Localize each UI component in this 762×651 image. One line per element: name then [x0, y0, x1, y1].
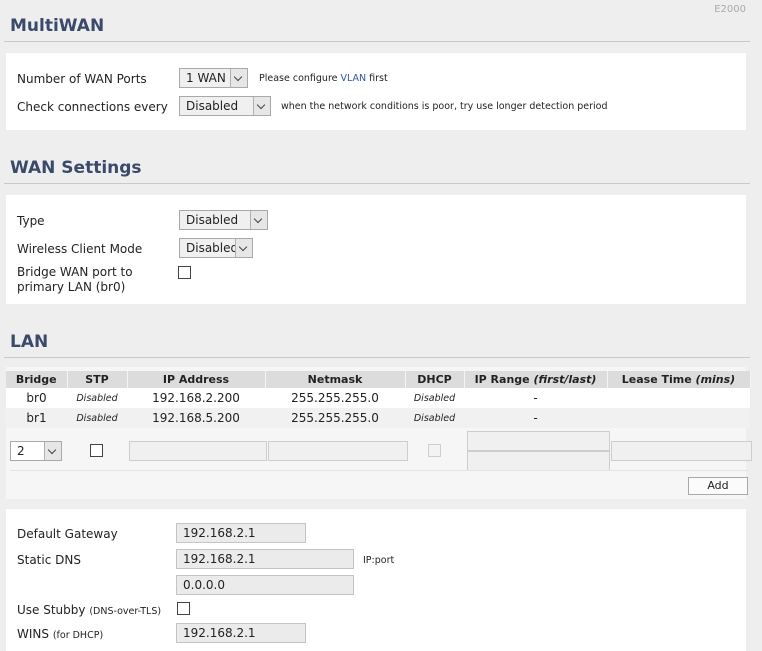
chevron-down-icon [250, 211, 267, 229]
row-netmask: 255.255.255.0 [265, 408, 405, 428]
new-range-first-input[interactable] [467, 431, 610, 451]
new-range-last-input[interactable] [467, 451, 610, 471]
wins-note: (for DHCP) [52, 630, 104, 641]
table-row[interactable]: br0 Disabled 192.168.2.200 255.255.255.0… [6, 388, 750, 408]
new-lease-time-input[interactable] [611, 441, 752, 461]
row-bridge: br1 [6, 408, 67, 428]
col-ip-range-text: IP Range [474, 373, 530, 386]
use-stubby-label: Use Stubby (DNS-over-TLS) [17, 603, 161, 617]
lan-table-header: Bridge STP IP Address Netmask DHCP IP Ra… [6, 371, 751, 388]
col-bridge: Bridge [6, 371, 68, 388]
new-dhcp-checkbox[interactable] [428, 444, 441, 457]
use-stubby-text: Use Stubby [17, 603, 86, 617]
wan-ports-select[interactable]: 1 WAN [179, 68, 248, 88]
multiwan-title: MultiWAN [10, 16, 105, 36]
col-netmask: Netmask [265, 371, 406, 388]
row-range: - [464, 408, 607, 428]
bridge-wan-checkbox[interactable] [178, 266, 191, 279]
wins-input[interactable]: 192.168.2.1 [176, 623, 306, 643]
lan-divider [4, 357, 750, 358]
bridge-wan-label: Bridge WAN port to primary LAN (br0) [17, 265, 133, 295]
wins-text: WINS [17, 627, 49, 641]
wireless-client-value: Disabled [186, 241, 239, 255]
row-lease [607, 388, 750, 408]
check-connections-hint: when the network conditions is poor, try… [281, 101, 608, 112]
col-lease-time-text: Lease Time [621, 373, 692, 386]
router-model-label: E2000 [714, 4, 746, 15]
row-lease [607, 408, 750, 428]
col-ip-range-em: (first/last) [533, 373, 597, 386]
wireless-client-select[interactable]: Disabled [179, 238, 253, 258]
row-dhcp: Disabled [405, 388, 464, 408]
col-dhcp: DHCP [405, 371, 465, 388]
add-bridge-button[interactable]: Add [688, 477, 748, 495]
row-stp: Disabled [67, 388, 127, 408]
static-dns-1-input[interactable]: 192.168.2.1 [176, 549, 354, 569]
col-stp: STP [67, 371, 128, 388]
check-connections-label: Check connections every [17, 100, 168, 114]
static-dns-2-input[interactable]: 0.0.0.0 [176, 575, 354, 595]
wan-ports-hint-suffix: first [369, 73, 388, 84]
new-stp-checkbox[interactable] [90, 444, 103, 457]
chevron-down-icon [253, 97, 270, 115]
new-bridge-value: 2 [17, 444, 25, 458]
use-stubby-checkbox[interactable] [177, 602, 190, 615]
bridge-wan-label-line2: primary LAN (br0) [17, 280, 126, 294]
row-ip: 192.168.2.200 [127, 388, 265, 408]
chevron-down-icon [230, 69, 247, 87]
multiwan-divider [4, 41, 750, 42]
row-range: - [464, 388, 607, 408]
wan-ports-value: 1 WAN [186, 71, 226, 85]
col-lease-time: Lease Time (mins) [607, 371, 751, 388]
wan-type-value: Disabled [186, 213, 239, 227]
check-connections-value: Disabled [186, 99, 239, 113]
new-bridge-select[interactable]: 2 [10, 441, 62, 461]
lan-title: LAN [10, 332, 49, 352]
use-stubby-note: (DNS-over-TLS) [89, 606, 162, 617]
row-ip: 192.168.5.200 [127, 408, 265, 428]
wan-ports-hint: Please configure VLAN first [259, 73, 388, 84]
multiwan-panel [6, 53, 746, 130]
bridge-wan-label-line1: Bridge WAN port to [17, 265, 133, 279]
row-bridge: br0 [6, 388, 67, 408]
static-dns-label: Static DNS [17, 553, 81, 567]
wan-ports-label: Number of WAN Ports [17, 72, 147, 86]
col-ip-address: IP Address [127, 371, 266, 388]
col-ip-range: IP Range (first/last) [464, 371, 608, 388]
vlan-link[interactable]: VLAN [341, 73, 367, 84]
default-gateway-label: Default Gateway [17, 527, 118, 541]
row-stp: Disabled [67, 408, 127, 428]
chevron-down-icon [235, 239, 252, 257]
default-gateway-input[interactable]: 192.168.2.1 [176, 523, 306, 543]
new-netmask-input[interactable] [268, 441, 408, 461]
wan-type-select[interactable]: Disabled [179, 210, 268, 230]
lan-table: Bridge STP IP Address Netmask DHCP IP Ra… [6, 371, 751, 428]
col-lease-time-em: (mins) [695, 373, 736, 386]
table-row[interactable]: br1 Disabled 192.168.5.200 255.255.255.0… [6, 408, 750, 428]
wan-ports-hint-prefix: Please configure [259, 73, 338, 84]
new-ip-address-input[interactable] [129, 441, 267, 461]
static-dns-hint: IP:port [363, 555, 395, 566]
lan-add-divider [10, 470, 748, 471]
wan-settings-divider [4, 183, 750, 184]
wan-settings-title: WAN Settings [10, 158, 142, 178]
wireless-client-label: Wireless Client Mode [17, 242, 143, 256]
row-netmask: 255.255.255.0 [265, 388, 405, 408]
wan-type-label: Type [17, 214, 45, 228]
check-connections-select[interactable]: Disabled [179, 96, 271, 116]
wins-label: WINS (for DHCP) [17, 627, 103, 641]
row-dhcp: Disabled [405, 408, 464, 428]
chevron-down-icon [44, 442, 61, 460]
